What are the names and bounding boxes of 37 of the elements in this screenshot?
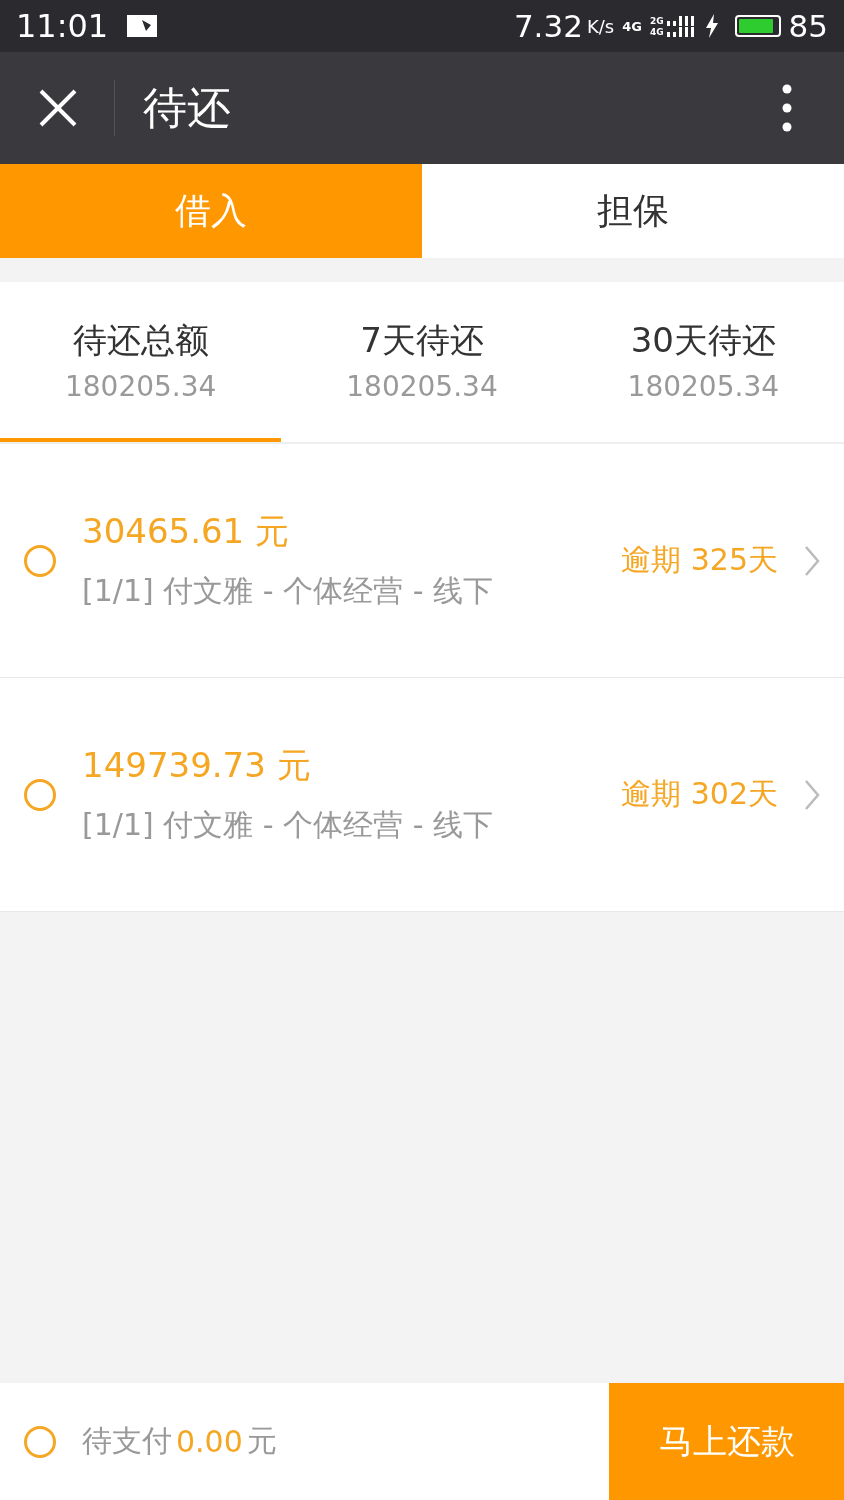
speed-unit: K/s — [586, 15, 615, 37]
signal-label: 2G — [649, 15, 664, 26]
overdue-status: 逾期 302天 — [621, 775, 778, 813]
charging-icon — [704, 14, 719, 38]
network-type: 4G — [622, 18, 642, 34]
pending-unit: 元 — [246, 1422, 277, 1460]
chevron-right-icon — [804, 544, 820, 577]
battery-icon — [734, 15, 781, 37]
close-icon[interactable] — [38, 88, 78, 128]
overdue-status: 逾期 325天 — [621, 541, 778, 579]
summary-amount: 180205.34 — [64, 369, 217, 403]
status-time: 11:01 — [16, 7, 109, 45]
summary-amount: 180205.34 — [346, 369, 498, 403]
loan-detail: [1/1] 付文雅 - 个体经营 - 线下 — [82, 572, 495, 610]
network-speed: 7.32 — [513, 8, 583, 44]
summary-label: 30天待还 — [630, 318, 776, 362]
radio-button[interactable] — [24, 544, 56, 577]
signal-icon — [666, 15, 697, 26]
battery-percent: 85 — [788, 8, 828, 44]
signal-icon — [666, 26, 697, 37]
radio-button[interactable] — [24, 778, 56, 811]
pending-label: 待支付 — [82, 1422, 172, 1460]
select-all-radio[interactable] — [24, 1425, 56, 1458]
signal-label: 4G — [649, 26, 664, 37]
loan-detail: [1/1] 付文雅 - 个体经营 - 线下 — [82, 806, 495, 844]
page-title: 待还 — [143, 80, 231, 135]
summary-label: 待还总额 — [72, 318, 209, 362]
summary-tab[interactable]: 7天待还 180205.34 — [281, 282, 563, 442]
more-icon[interactable] — [782, 84, 792, 132]
loan-amount: 30465.61 元 — [82, 510, 291, 553]
loan-amount: 149739.73 元 — [82, 744, 312, 787]
summary-tab[interactable]: 30天待还 180205.34 — [562, 282, 844, 442]
pending-amount: 0.00 — [176, 1424, 243, 1459]
summary-label: 7天待还 — [360, 318, 484, 362]
image-icon — [126, 14, 159, 38]
summary-amount: 180205.34 — [627, 369, 780, 403]
chevron-right-icon — [804, 778, 820, 811]
